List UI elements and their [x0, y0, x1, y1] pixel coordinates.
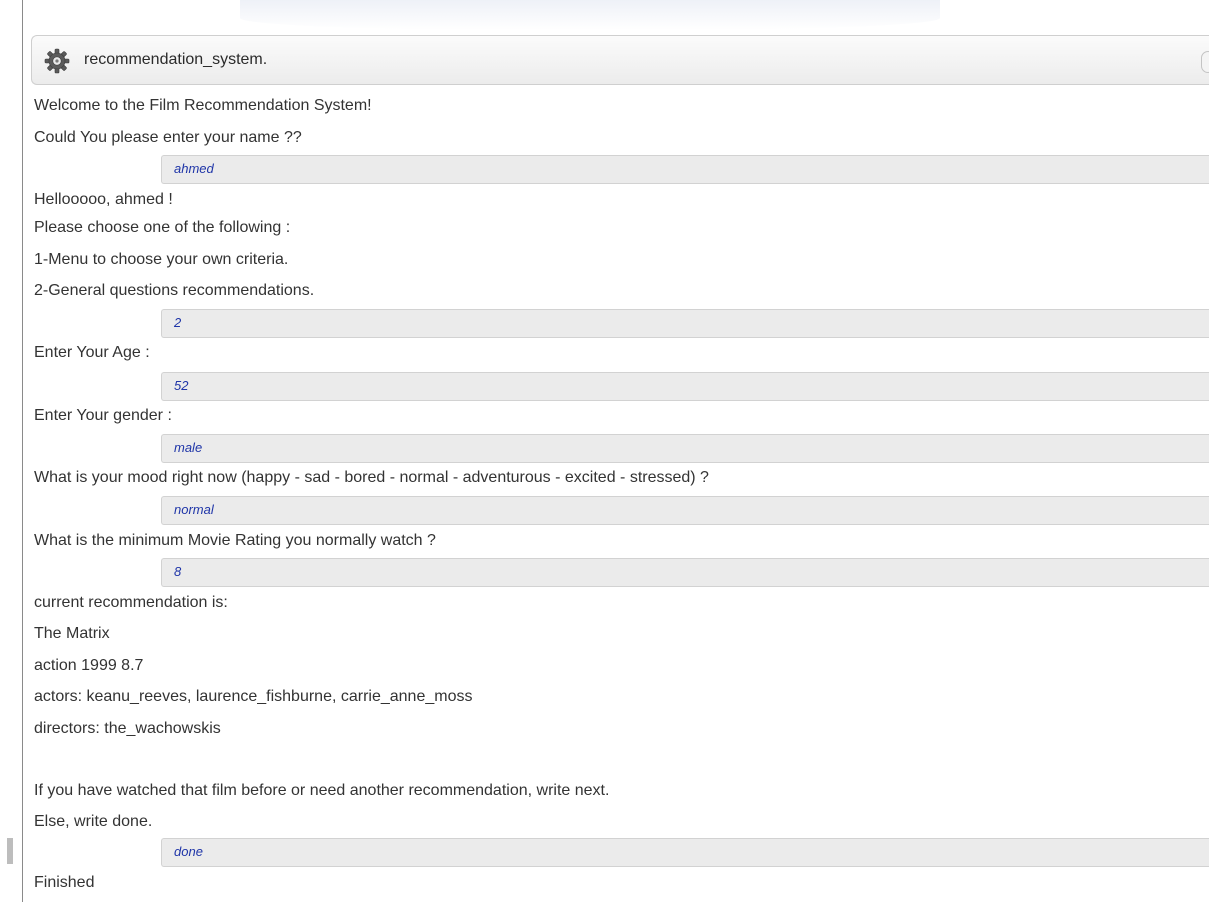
output-line: 1-Menu to choose your own criteria. [34, 251, 289, 268]
console-window: recommendation_system. Welcome to the Fi… [0, 0, 1209, 902]
answer-value: 8 [174, 564, 182, 579]
output-line: Finished [34, 874, 95, 891]
gear-icon [44, 48, 70, 74]
answer-field[interactable]: normal [161, 496, 1209, 525]
output-line: Enter Your gender : [34, 407, 172, 424]
answer-field[interactable]: 8 [161, 558, 1209, 587]
output-line: What is the minimum Movie Rating you nor… [34, 532, 436, 549]
answer-field[interactable]: ahmed [161, 155, 1209, 184]
output-line: Enter Your Age : [34, 344, 150, 361]
output-line: The Matrix [34, 625, 110, 642]
answer-field[interactable]: 52 [161, 372, 1209, 401]
answer-value: normal [174, 502, 214, 517]
answer-field[interactable]: 2 [161, 309, 1209, 338]
answer-value: male [174, 440, 203, 455]
header-glow [240, 0, 940, 30]
answer-field[interactable]: male [161, 434, 1209, 463]
title-bar[interactable]: recommendation_system. [31, 35, 1209, 85]
answer-field[interactable]: done [161, 838, 1209, 867]
window-title: recommendation_system. [84, 51, 268, 68]
output-line: 2-General questions recommendations. [34, 282, 315, 299]
output-line: action 1999 8.7 [34, 657, 144, 674]
output-line: directors: the_wachowskis [34, 720, 221, 737]
answer-value: done [174, 844, 203, 859]
output-line: Else, write done. [34, 813, 153, 830]
answer-value: 2 [174, 315, 182, 330]
scrollbar-thumb[interactable] [7, 838, 13, 864]
output-line: Hellooooo, ahmed ! [34, 191, 173, 208]
output-line: If you have watched that film before or … [34, 782, 610, 799]
answer-value: 52 [174, 378, 189, 393]
output-line: Could You please enter your name ?? [34, 129, 302, 146]
output-line: current recommendation is: [34, 594, 228, 611]
answer-value: ahmed [174, 161, 214, 176]
output-line: Welcome to the Film Recommendation Syste… [34, 97, 372, 114]
left-border [22, 0, 23, 902]
output-line: Please choose one of the following : [34, 219, 291, 236]
output-line: What is your mood right now (happy - sad… [34, 469, 709, 486]
window-control-button[interactable] [1201, 51, 1209, 73]
output-line: actors: keanu_reeves, laurence_fishburne… [34, 688, 473, 705]
